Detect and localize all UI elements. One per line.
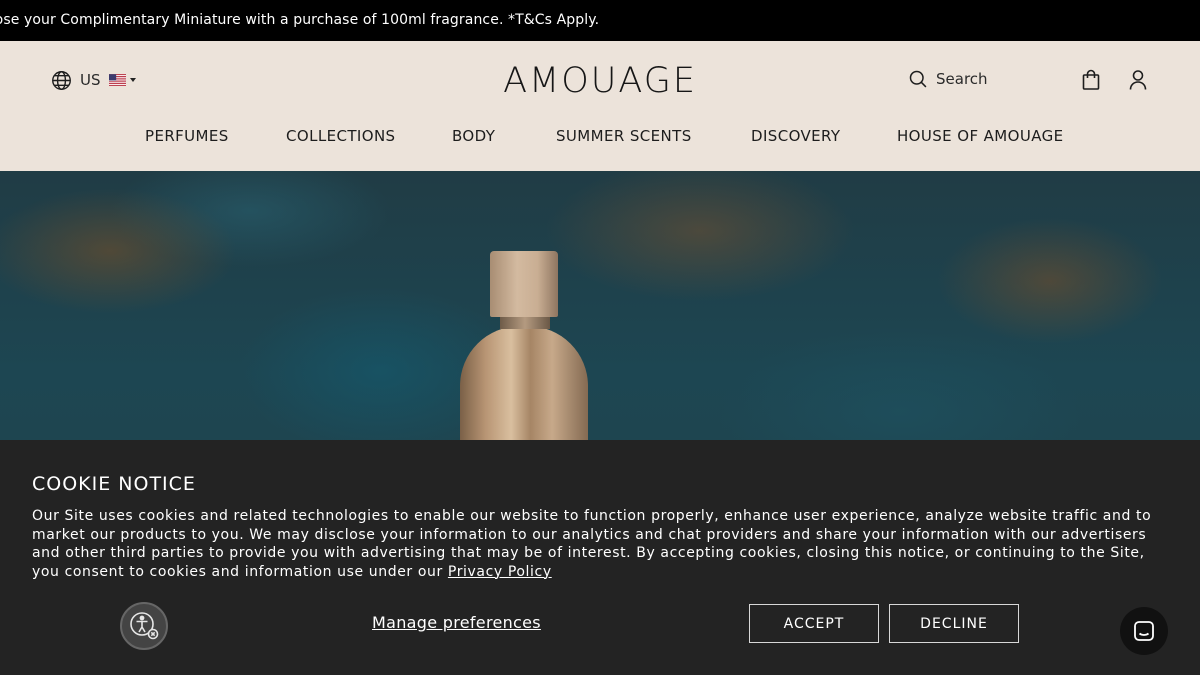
bottle-cap (490, 251, 558, 317)
globe-icon (52, 70, 71, 90)
nav-item-discovery[interactable]: DISCOVERY (751, 127, 840, 145)
search-icon (909, 70, 927, 88)
chat-launcher[interactable] (1120, 607, 1168, 655)
nav-item-house-of-amouage[interactable]: HOUSE OF AMOUAGE (897, 127, 1064, 145)
search-label: Search (936, 70, 988, 88)
chat-icon (1134, 621, 1154, 641)
cookie-description: Our Site uses cookies and related techno… (32, 507, 1162, 581)
accessibility-button[interactable] (120, 602, 168, 650)
brand-logo[interactable]: AMOUAGE (488, 61, 712, 101)
site-header: US AMOUAGE Search PERFUMES COLLECTIONS B… (0, 41, 1200, 171)
accessibility-icon (130, 612, 159, 640)
search-button[interactable]: Search (908, 69, 988, 89)
cookie-title: COOKIE NOTICE (32, 473, 196, 495)
bottle-neck (500, 317, 550, 329)
main-navigation: PERFUMES COLLECTIONS BODY SUMMER SCENTS … (0, 127, 1200, 151)
nav-item-collections[interactable]: COLLECTIONS (286, 127, 395, 145)
announcement-text: oose your Complimentary Miniature with a… (0, 12, 600, 28)
locale-code: US (80, 71, 101, 89)
nav-item-summer-scents[interactable]: SUMMER SCENTS (556, 127, 692, 145)
accept-button[interactable]: ACCEPT (749, 604, 879, 643)
user-icon[interactable] (1128, 69, 1148, 91)
nav-item-body[interactable]: BODY (452, 127, 495, 145)
decline-button[interactable]: DECLINE (889, 604, 1019, 643)
us-flag-icon (108, 74, 126, 86)
locale-selector[interactable]: US (51, 69, 136, 91)
manage-preferences-link[interactable]: Manage preferences (372, 613, 541, 632)
announcement-bar: oose your Complimentary Miniature with a… (0, 0, 1200, 41)
cookie-notice: COOKIE NOTICE Our Site uses cookies and … (0, 440, 1200, 675)
privacy-policy-link[interactable]: Privacy Policy (448, 564, 552, 580)
cookie-body-text: Our Site uses cookies and related techno… (32, 508, 1152, 580)
chevron-down-icon (129, 78, 136, 82)
shopping-bag-icon[interactable] (1081, 69, 1101, 91)
nav-item-perfumes[interactable]: PERFUMES (145, 127, 229, 145)
